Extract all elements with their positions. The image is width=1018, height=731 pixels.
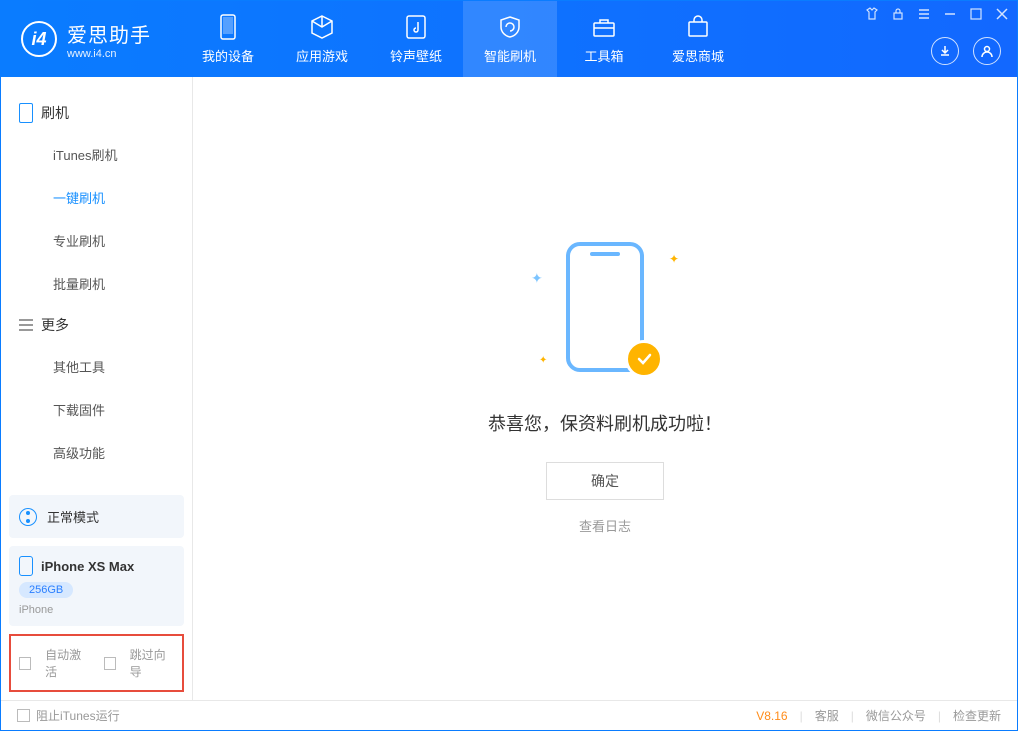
device-icon: [19, 556, 33, 576]
mode-label: 正常模式: [47, 507, 99, 526]
phone-outline-icon: [19, 103, 33, 123]
mode-card[interactable]: 正常模式: [9, 495, 184, 538]
nav-tab-ringtones[interactable]: 铃声壁纸: [369, 1, 463, 77]
link-customer-service[interactable]: 客服: [815, 707, 839, 724]
app-title: 爱思助手: [67, 19, 151, 48]
app-window: i4 爱思助手 www.i4.cn 我的设备 应用游戏 铃声壁纸 智能刷机: [0, 0, 1018, 731]
checkbox-block-itunes[interactable]: [17, 709, 30, 722]
device-name-row: iPhone XS Max: [19, 556, 174, 576]
phone-icon: [215, 14, 241, 40]
link-check-update[interactable]: 检查更新: [953, 707, 1001, 724]
device-storage-badge: 256GB: [19, 582, 73, 598]
body-area: 刷机 iTunes刷机 一键刷机 专业刷机 批量刷机 更多 其他工具 下载固件 …: [1, 77, 1017, 700]
device-card[interactable]: iPhone XS Max 256GB iPhone: [9, 546, 184, 626]
success-illustration: ✦ ✦ ✦: [525, 242, 685, 382]
minimize-icon[interactable]: [943, 7, 957, 26]
sidebar-item-pro-flash[interactable]: 专业刷机: [1, 219, 192, 262]
window-controls: [865, 7, 1009, 26]
close-icon[interactable]: [995, 7, 1009, 26]
logo-area: i4 爱思助手 www.i4.cn: [1, 19, 151, 60]
sidebar-section-flash: 刷机: [1, 93, 192, 133]
options-highlight-box: 自动激活 跳过向导: [9, 634, 184, 692]
label-auto-activate: 自动激活: [45, 646, 89, 680]
nav-tab-flash[interactable]: 智能刷机: [463, 1, 557, 77]
main-content: ✦ ✦ ✦ 恭喜您，保资料刷机成功啦！ 确定 查看日志: [193, 77, 1017, 700]
device-type: iPhone: [19, 604, 174, 616]
nav-tab-toolbox[interactable]: 工具箱: [557, 1, 651, 77]
sidebar-item-batch-flash[interactable]: 批量刷机: [1, 262, 192, 305]
menu-icon[interactable]: [917, 7, 931, 26]
label-skip-guide: 跳过向导: [130, 646, 174, 680]
sidebar-item-other-tools[interactable]: 其他工具: [1, 345, 192, 388]
statusbar: 阻止iTunes运行 V8.16 | 客服 | 微信公众号 | 检查更新: [1, 700, 1017, 730]
ok-button[interactable]: 确定: [546, 462, 664, 500]
version-label: V8.16: [756, 709, 787, 723]
sidebar: 刷机 iTunes刷机 一键刷机 专业刷机 批量刷机 更多 其他工具 下载固件 …: [1, 77, 193, 700]
music-file-icon: [403, 14, 429, 40]
store-icon: [685, 14, 711, 40]
label-block-itunes: 阻止iTunes运行: [36, 707, 120, 724]
list-icon: [19, 319, 33, 331]
checkbox-auto-activate[interactable]: [19, 657, 31, 670]
user-button[interactable]: [973, 37, 1001, 65]
toolbox-icon: [591, 14, 617, 40]
sidebar-item-advanced[interactable]: 高级功能: [1, 431, 192, 474]
sparkle-icon: ✦: [539, 355, 547, 366]
header: i4 爱思助手 www.i4.cn 我的设备 应用游戏 铃声壁纸 智能刷机: [1, 1, 1017, 77]
nav-tab-apps[interactable]: 应用游戏: [275, 1, 369, 77]
success-message: 恭喜您，保资料刷机成功啦！: [488, 410, 722, 436]
check-badge-icon: [625, 340, 663, 378]
mode-icon: [19, 508, 37, 526]
sidebar-section-more: 更多: [1, 305, 192, 345]
nav-tab-store[interactable]: 爱思商城: [651, 1, 745, 77]
header-right-buttons: [931, 37, 1001, 65]
sidebar-item-oneclick-flash[interactable]: 一键刷机: [1, 176, 192, 219]
nav-tab-device[interactable]: 我的设备: [181, 1, 275, 77]
link-wechat[interactable]: 微信公众号: [866, 707, 926, 724]
sparkle-icon: ✦: [531, 270, 543, 287]
device-name: iPhone XS Max: [41, 559, 134, 574]
checkbox-skip-guide[interactable]: [104, 657, 116, 670]
download-button[interactable]: [931, 37, 959, 65]
nav-tabs: 我的设备 应用游戏 铃声壁纸 智能刷机 工具箱 爱思商城: [181, 1, 745, 77]
sparkle-icon: ✦: [669, 252, 679, 266]
lock-icon[interactable]: [891, 7, 905, 26]
sidebar-bottom: 正常模式 iPhone XS Max 256GB iPhone 自动激活 跳过向…: [1, 487, 192, 700]
app-subtitle: www.i4.cn: [67, 48, 151, 60]
logo-icon: i4: [21, 21, 57, 57]
shirt-icon[interactable]: [865, 7, 879, 26]
view-log-link[interactable]: 查看日志: [579, 516, 631, 535]
maximize-icon[interactable]: [969, 7, 983, 26]
shield-refresh-icon: [497, 14, 523, 40]
sidebar-item-download-firmware[interactable]: 下载固件: [1, 388, 192, 431]
sidebar-item-itunes-flash[interactable]: iTunes刷机: [1, 133, 192, 176]
cube-icon: [309, 14, 335, 40]
